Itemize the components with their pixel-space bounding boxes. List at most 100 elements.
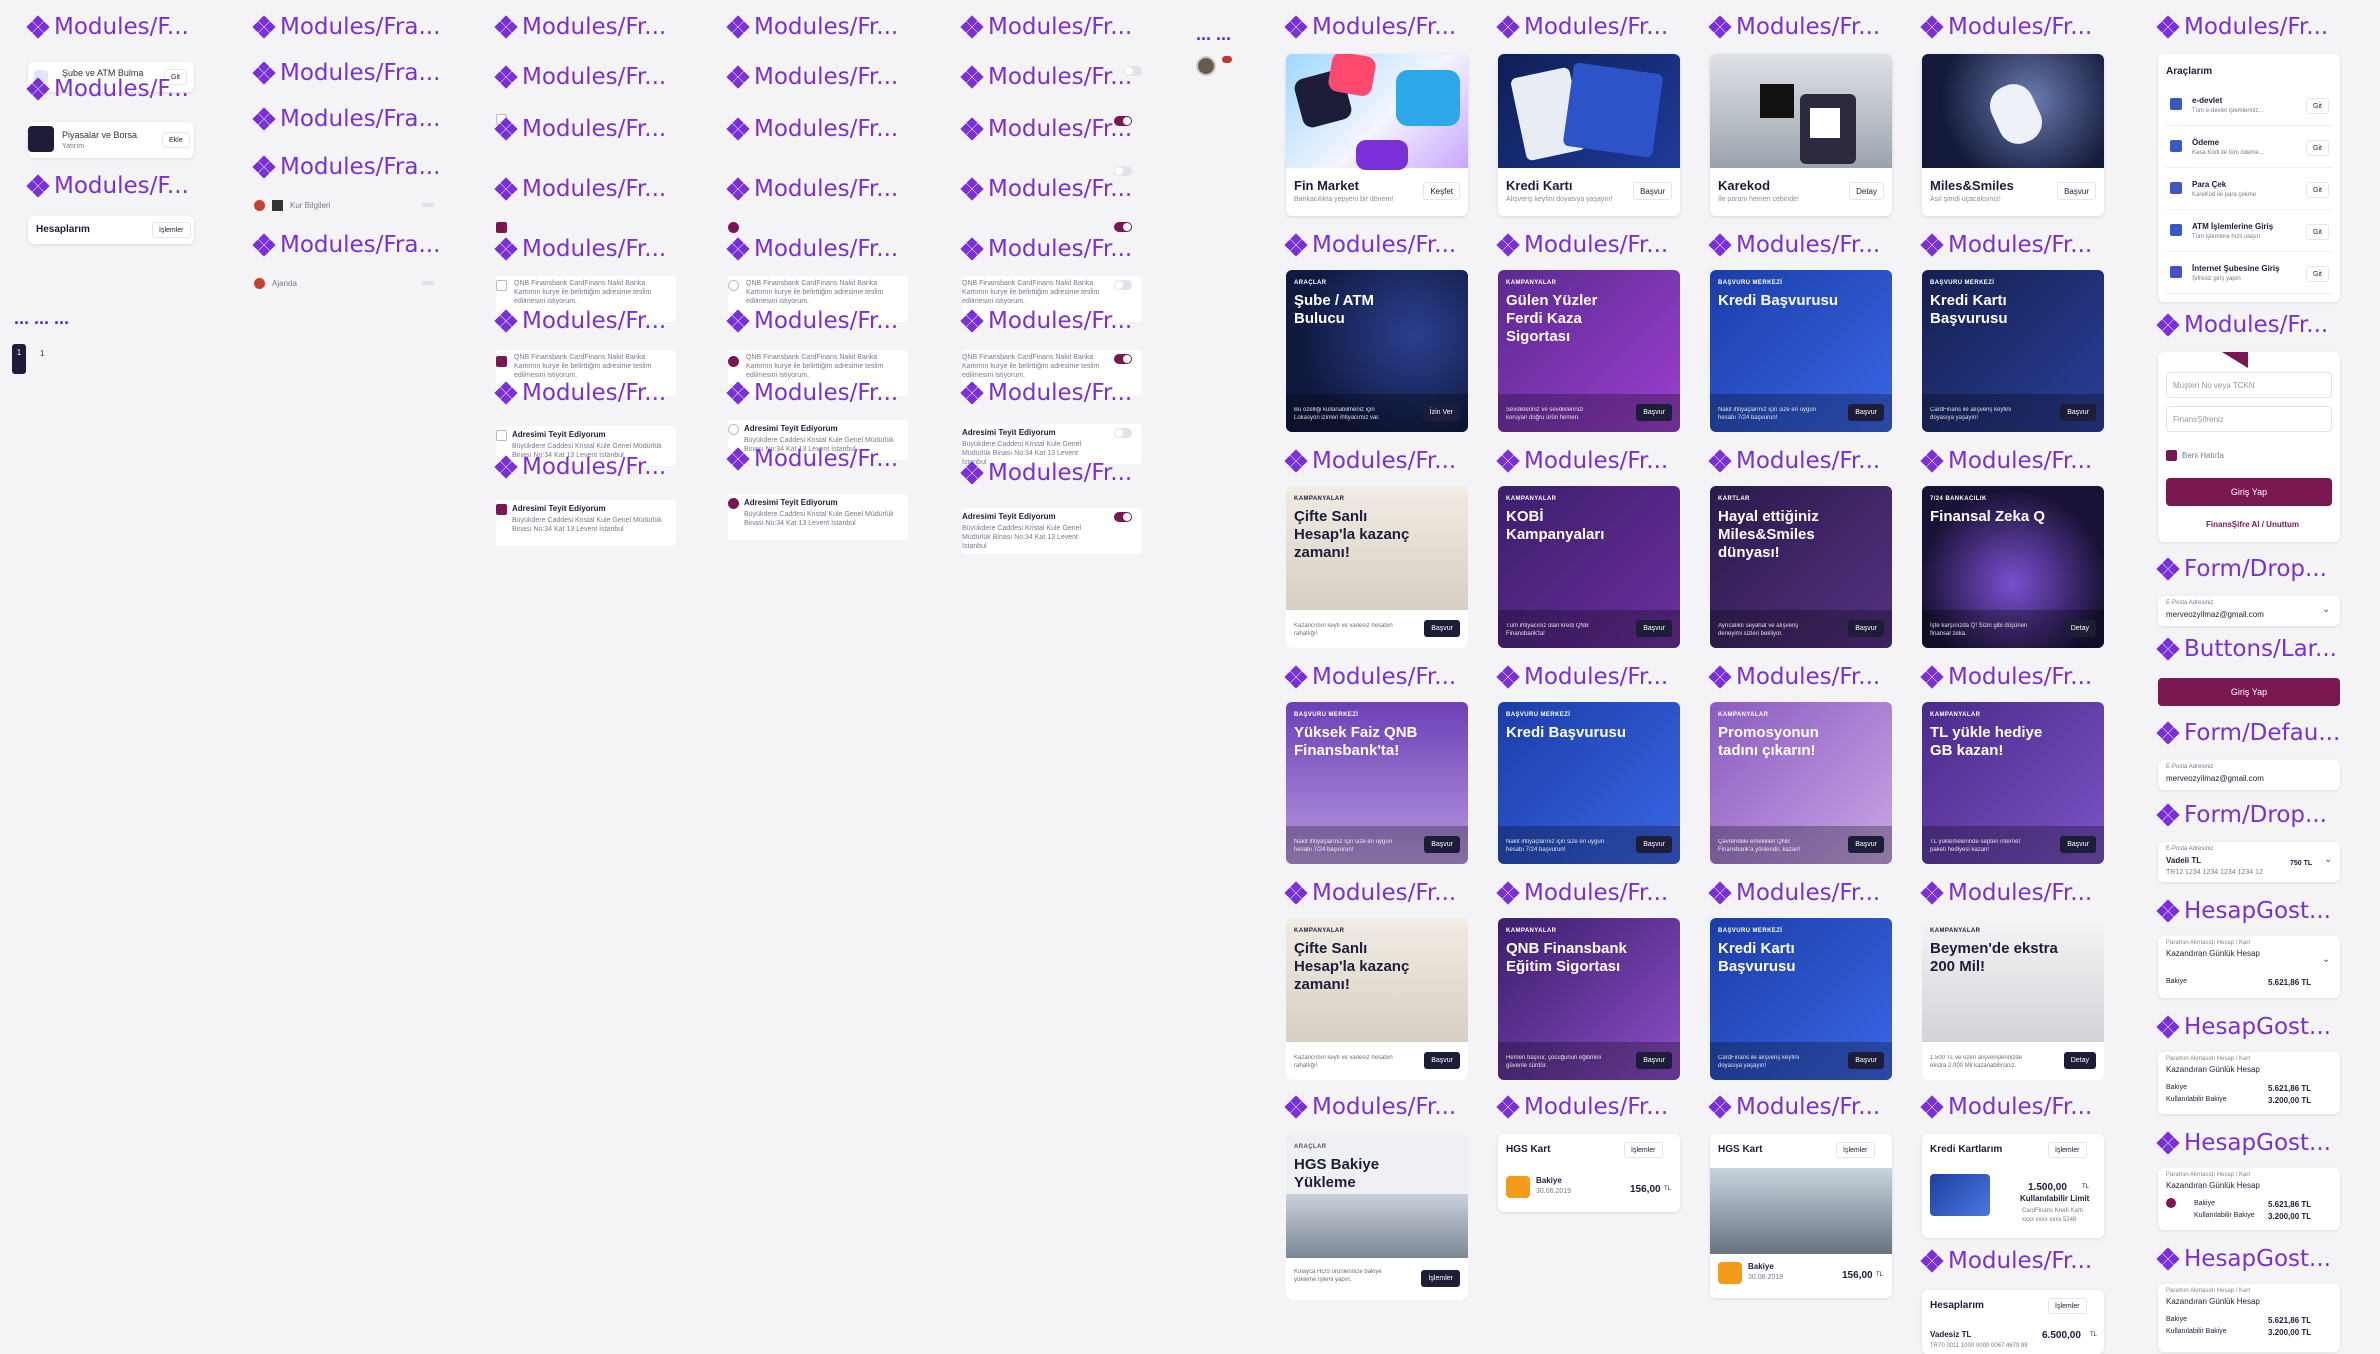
detail-button[interactable]: Detay xyxy=(1849,182,1884,200)
go-button[interactable]: Git xyxy=(2306,266,2329,282)
address-row[interactable]: Adresimi Teyit Ediyorum Büyükdere Caddes… xyxy=(728,494,908,540)
product-card-miles-smiles[interactable]: Miles&Smiles Asıl şimdi uçacaksınız! Baş… xyxy=(1922,54,2104,216)
tool-item[interactable]: ATM İşlemlerine Giriş Tüm işlemlere hızlı… xyxy=(2166,216,2332,252)
promo-button[interactable]: Detay xyxy=(2063,620,2096,637)
promo-card[interactable]: BAŞVURU MERKEZİ Yüksek Faiz QNB Finansban… xyxy=(1286,702,1468,864)
promo-button[interactable]: Başvur xyxy=(1424,620,1460,637)
tool-title: Ödeme xyxy=(2192,138,2220,147)
accounts-panel[interactable]: Hesaplarım İşlemler Vadesiz TL 6.500,00 … xyxy=(1922,1290,2104,1354)
account-summary[interactable]: Paramın Akmasıdı Hesap / Kart Kazandıran … xyxy=(2158,1284,2340,1352)
component-label: Modules/F... xyxy=(26,173,189,199)
promo-card[interactable]: KAMPANYALAR Gülen Yüzler Ferdi Kaza Sigor… xyxy=(1498,270,1680,432)
promo-card-hgs[interactable]: ARAÇLAR HGS Bakiye Yükleme Kolayca HGS ü… xyxy=(1286,1134,1468,1300)
promo-button[interactable]: Başvur xyxy=(1636,836,1672,853)
promo-button[interactable]: Başvur xyxy=(1424,836,1460,853)
promo-card[interactable]: KAMPANYALAR QNB Finansbank Eğitim Sigorta… xyxy=(1498,918,1680,1080)
tool-item[interactable]: Ödeme Kasa Kodi ile tüm ödeme... Git xyxy=(2166,132,2332,168)
actions-button[interactable]: İşlemler xyxy=(2048,1298,2087,1314)
add-button[interactable]: Ekle xyxy=(162,132,190,148)
balance-amount: 156,00 xyxy=(1842,1270,1873,1281)
large-button[interactable]: Giriş Yap xyxy=(2158,678,2340,706)
actions-button[interactable]: İşlemler xyxy=(152,222,191,238)
actions-button[interactable]: İşlemler xyxy=(1421,1270,1460,1287)
tool-item[interactable]: Para Çek KareKod ile para çekme Git xyxy=(2166,174,2332,210)
account-summary[interactable]: Paramın Akmasıdı Hesap / Kart Kazandıran … xyxy=(2158,1052,2340,1114)
promo-button[interactable]: Başvur xyxy=(1636,404,1672,421)
promo-button[interactable]: Başvur xyxy=(1636,620,1672,637)
discover-button[interactable]: Keşfet xyxy=(1423,182,1460,200)
actions-button[interactable]: İşlemler xyxy=(1624,1142,1663,1158)
promo-card[interactable]: KAMPANYALAR Promosyonun tadını çıkarın! Çe… xyxy=(1710,702,1892,864)
login-button[interactable]: Giriş Yap xyxy=(2166,478,2332,506)
list-item[interactable]: Piyasalar ve Borsa Yatırım Ekle xyxy=(28,122,194,158)
promo-card[interactable]: BAŞVURU MERKEZİ Kredi Kartı Başvurusu Card… xyxy=(1710,918,1892,1080)
menu-row[interactable]: Kur Bilgileri xyxy=(254,198,440,214)
account-summary[interactable]: Paramın Akmasıdı Hesap / Kart Kazandıran … xyxy=(2158,936,2340,998)
go-button[interactable]: Git xyxy=(2306,98,2329,114)
promo-card[interactable]: BAŞVURU MERKEZİ Kredi Kartı Başvurusu Card… xyxy=(1922,270,2104,432)
email-field[interactable]: E-Posta Adresiniz merveozyilmaz@gmail.co… xyxy=(2158,760,2340,790)
page-number[interactable]: 1 xyxy=(40,349,44,358)
go-button[interactable]: Git xyxy=(2306,182,2329,198)
go-button[interactable]: Git xyxy=(2306,224,2329,240)
go-button[interactable]: Git xyxy=(2306,140,2329,156)
checkbox-checked[interactable] xyxy=(496,222,507,233)
promo-button[interactable]: Başvur xyxy=(1424,1052,1460,1069)
promo-button[interactable]: Başvur xyxy=(1848,404,1884,421)
component-label: Modules/Fr... xyxy=(1284,1094,1456,1120)
promo-button[interactable]: Başvur xyxy=(2060,404,2096,421)
promo-button[interactable]: Detay xyxy=(2063,1052,2096,1069)
hgs-card-compact[interactable]: HGS Kart İşlemler Bakiye 30.06.2019 156,… xyxy=(1498,1134,1680,1212)
promo-button[interactable]: İzin Ver xyxy=(1422,404,1460,421)
account-dropdown[interactable]: E-Posta Adresiniz Vadeli TL TR12 1234 12… xyxy=(2158,842,2340,882)
account-summary[interactable]: Paramın Akmasıdı Hesap / Kart Kazandıran … xyxy=(2158,1168,2340,1230)
promo-button[interactable]: Başvur xyxy=(1848,836,1884,853)
avatar[interactable] xyxy=(1196,56,1216,76)
promo-button[interactable]: Başvur xyxy=(1636,1052,1672,1069)
promo-button[interactable]: Başvur xyxy=(1848,1052,1884,1069)
tool-item[interactable]: İnternet Şubesine Giriş Şifresiz giriş ya… xyxy=(2166,258,2332,294)
hgs-card-image[interactable]: HGS Kart İşlemler Bakiye 30.06.2019 156,… xyxy=(1710,1134,1892,1298)
highway-image xyxy=(1286,1194,1468,1258)
promo-card[interactable]: KAMPANYALAR Beymen'de ekstra 200 Mil! 1.50… xyxy=(1922,918,2104,1080)
address-row[interactable]: Adresimi Teyit Ediyorum Büyükdere Caddes… xyxy=(496,500,676,546)
component-label: Modules/Fra... xyxy=(252,106,440,132)
address-row[interactable]: Adresimi Teyit Ediyorum Büyükdere Caddes… xyxy=(962,508,1142,554)
product-card-fin-market[interactable]: Fin Market Bankacılıkta yepyeni bir döne… xyxy=(1286,54,1468,216)
tool-item[interactable]: e-devlet Tüm e-devlet işlemleriniz... Git xyxy=(2166,90,2332,126)
toggle-off[interactable] xyxy=(1114,166,1132,176)
card-subtitle: Bankacılıkta yepyeni bir dönem! xyxy=(1294,196,1394,203)
promo-card[interactable]: KAMPANYALAR KOBİ Kampanyaları Tüm ihtiyacı… xyxy=(1498,486,1680,648)
forgot-password-link[interactable]: FinansŞifre Al / Unuttum xyxy=(2206,520,2299,529)
promo-card[interactable]: ARAÇLAR Şube / ATM Bulucu Bu özelliği kull… xyxy=(1286,270,1468,432)
promo-button[interactable]: Başvur xyxy=(1848,620,1884,637)
component-icon xyxy=(726,177,750,201)
promo-card[interactable]: 7/24 BANKACILIK Finansal Zeka Q İşte karşı… xyxy=(1922,486,2104,648)
product-card-karekod[interactable]: Karekod İle paranı hemen cebinde! Detay xyxy=(1710,54,1892,216)
promo-card[interactable]: BAŞVURU MERKEZİ Kredi Başvurusu Nakit ihti… xyxy=(1498,702,1680,864)
promo-card[interactable]: BAŞVURU MERKEZİ Kredi Başvurusu Nakit ihti… xyxy=(1710,270,1892,432)
promo-card[interactable]: KAMPANYALAR TL yükle hediye GB kazan! TL y… xyxy=(1922,702,2104,864)
apply-button[interactable]: Başvur xyxy=(1633,182,1672,200)
promo-card[interactable]: KAMPANYALAR Çifte Sanlı Hesap'la kazanç z… xyxy=(1286,486,1468,648)
product-card-kredi-karti[interactable]: Kredi Kartı Alışveriş keyfini doyasıya y… xyxy=(1498,54,1680,216)
password-input[interactable]: FinansŞifreniz xyxy=(2166,406,2332,432)
address-row[interactable]: Adresimi Teyit Ediyorum Büyükdere Caddes… xyxy=(962,424,1142,466)
radio-selected[interactable] xyxy=(2166,1198,2176,1208)
radio-selected[interactable] xyxy=(728,222,739,233)
toggle-on[interactable] xyxy=(1114,222,1132,232)
promo-button[interactable]: Başvur xyxy=(2060,836,2096,853)
credit-cards-panel[interactable]: Kredi Kartlarım İşlemler 1.500,00 TL Kul… xyxy=(1922,1134,2104,1238)
promo-card[interactable]: KAMPANYALAR Çifte Sanlı Hesap'la kazanç z… xyxy=(1286,918,1468,1080)
apply-button[interactable]: Başvur xyxy=(2057,182,2096,200)
menu-row[interactable]: Ajanda xyxy=(254,276,440,292)
remember-checkbox[interactable] xyxy=(2166,450,2177,461)
page-1[interactable]: 1 xyxy=(12,344,26,374)
actions-button[interactable]: İşlemler xyxy=(2048,1142,2087,1158)
promo-card[interactable]: KARTLAR Hayal ettiğiniz Miles&Smiles düny… xyxy=(1710,486,1892,648)
tckn-input[interactable]: Müşteri No veya TCKN xyxy=(2166,372,2332,398)
qr-code-image xyxy=(1710,54,1892,168)
component-icon xyxy=(494,117,518,141)
email-dropdown[interactable]: E-Posta Adresiniz merveozyilmaz@gmail.co… xyxy=(2158,596,2340,626)
actions-button[interactable]: İşlemler xyxy=(1836,1142,1875,1158)
